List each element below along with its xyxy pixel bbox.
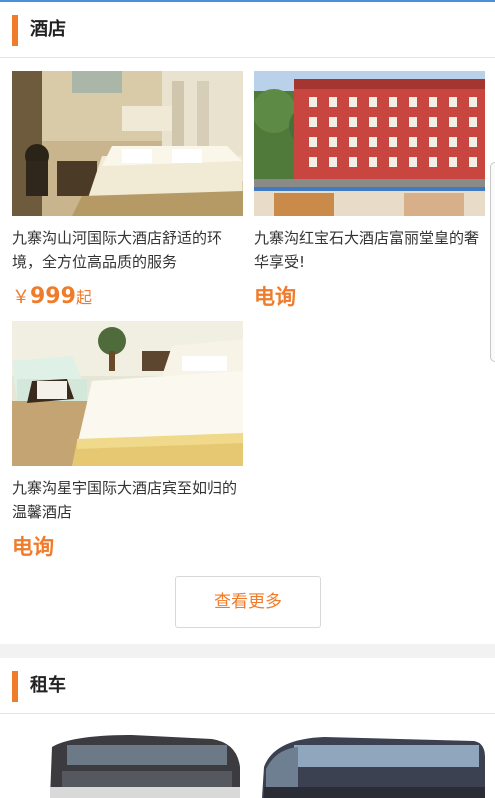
hotel-card-title[interactable]: 九寨沟山河国际大酒店舒适的环境，全方位高品质的服务: [12, 226, 243, 274]
car-section-header: 租车: [0, 658, 495, 714]
hotel-card[interactable]: 九寨沟山河国际大酒店舒适的环境，全方位高品质的服务 ￥999起: [12, 71, 243, 313]
section-accent-bar: [12, 671, 18, 702]
page: 酒店 九寨沟山河国际大酒店舒适的环境，全方位高品质的服务 ￥999起 九寨沟红宝…: [0, 0, 495, 798]
car-rental-section: 租车: [0, 658, 495, 798]
hotel-photo[interactable]: [12, 321, 243, 466]
car-section-title: 租车: [30, 675, 66, 696]
hotel-card[interactable]: 九寨沟红宝石大酒店富丽堂皇的奢华享受! 电询: [254, 71, 485, 313]
hotel-card-title[interactable]: 九寨沟红宝石大酒店富丽堂皇的奢华享受!: [254, 226, 485, 274]
car-photo[interactable]: [12, 727, 243, 798]
hotel-card[interactable]: 九寨沟星宇国际大酒店宾至如归的温馨酒店 电询: [12, 321, 243, 563]
hotel-section: 酒店 九寨沟山河国际大酒店舒适的环境，全方位高品质的服务 ￥999起 九寨沟红宝…: [0, 2, 495, 644]
hotel-photo[interactable]: [12, 71, 243, 216]
hotel-section-title: 酒店: [30, 19, 66, 40]
price-value: 999: [30, 284, 76, 309]
scrollbar-edge[interactable]: [490, 162, 495, 362]
car-photo[interactable]: [254, 727, 485, 798]
price-call-label: 电询: [254, 285, 296, 309]
section-accent-bar: [12, 15, 18, 46]
hotel-card-price: 电询: [254, 281, 485, 313]
hotel-card-title[interactable]: 九寨沟星宇国际大酒店宾至如归的温馨酒店: [12, 476, 243, 524]
view-more-button[interactable]: 查看更多: [175, 576, 321, 628]
hotel-photo[interactable]: [254, 71, 485, 216]
hotel-card-price: ￥999起: [12, 281, 243, 313]
price-currency-symbol: ￥: [12, 287, 30, 308]
price-call-label: 电询: [12, 535, 54, 559]
price-suffix: 起: [75, 288, 92, 307]
hotel-card-price: 电询: [12, 531, 243, 563]
hotel-section-header: 酒店: [0, 2, 495, 58]
